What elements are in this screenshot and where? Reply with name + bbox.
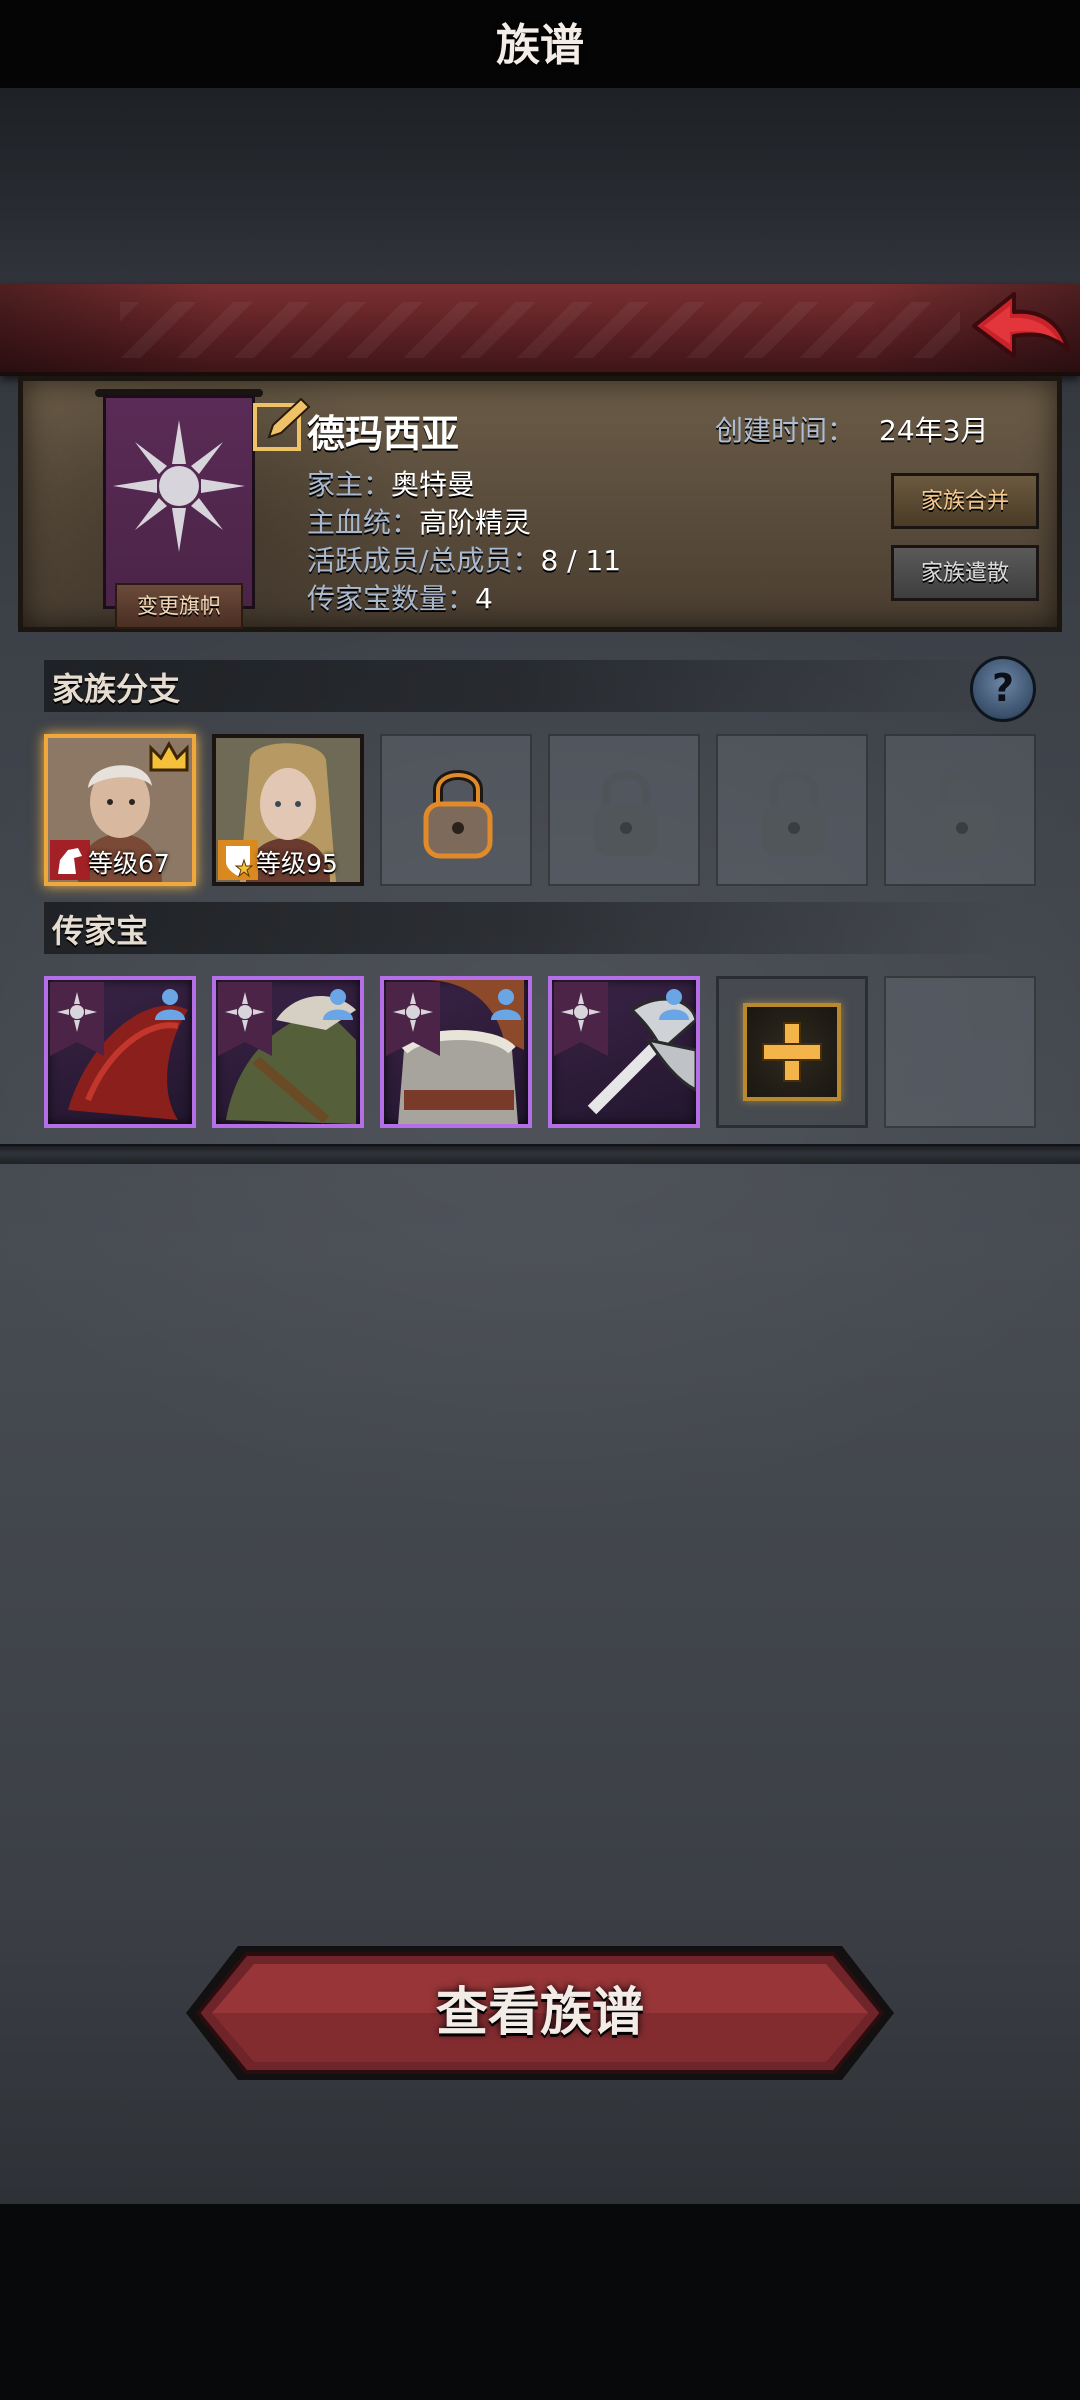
heirloom-slot-1[interactable] (44, 976, 196, 1128)
family-merge-button[interactable]: 家族合并 (891, 473, 1039, 529)
family-disband-button[interactable]: 家族遣散 (891, 545, 1039, 601)
locked-slot (716, 734, 868, 886)
help-icon[interactable]: ? (970, 656, 1036, 722)
heirlooms-header: 传家宝 (44, 902, 1004, 954)
family-flag-icon (386, 982, 440, 1056)
add-heirloom-frame (743, 1003, 841, 1101)
person-icon (155, 989, 185, 1020)
section-divider (0, 1144, 1080, 1164)
edit-pencil-icon[interactable] (251, 395, 311, 455)
heirloom-count-label: 传家宝数量： (307, 582, 476, 615)
family-name: 德玛西亚 (307, 412, 460, 456)
branches-header: 家族分支 (44, 660, 1004, 712)
locked-slot (548, 734, 700, 886)
person-icon (491, 989, 521, 1020)
change-banner-button[interactable]: 变更旗帜 (115, 583, 243, 629)
member-slot-2[interactable]: 等级95 (212, 734, 364, 886)
lock-icon (594, 771, 658, 856)
bloodline-label: 主血统： (307, 506, 420, 539)
created-time-label: 创建时间： (715, 414, 856, 447)
family-flag-icon (554, 982, 608, 1056)
locked-slot (884, 734, 1036, 886)
member-level: 等级67 (88, 849, 170, 878)
view-family-tree-button[interactable] (182, 1942, 898, 2084)
created-time-value: 24年3月 (879, 414, 989, 447)
bloodline-row: 主血统：高阶精灵 (307, 501, 531, 541)
system-nav-bar (0, 2204, 1080, 2400)
family-info-panel: 变更旗帜 德玛西亚 创建时间： 24年3月 家主：奥特曼 主血统：高阶精灵 活跃… (18, 376, 1062, 632)
heirloom-slot-3[interactable] (380, 976, 532, 1128)
title-banner (0, 284, 1080, 376)
family-flag-icon (50, 982, 104, 1056)
crown-icon (149, 740, 189, 772)
members-row: 活跃成员/总成员：8 / 11 (307, 539, 621, 579)
empty-heirloom-slot (884, 976, 1036, 1128)
plus-icon (762, 1022, 822, 1082)
back-arrow-icon[interactable] (968, 286, 1072, 366)
family-head-value: 奥特曼 (391, 468, 476, 501)
person-icon (323, 989, 353, 1020)
branches-title: 家族分支 (52, 670, 181, 708)
member-level: 等级95 (256, 849, 338, 878)
family-head-row: 家主：奥特曼 (307, 463, 475, 503)
heirloom-count-value: 4 (475, 582, 493, 615)
member-slot-1[interactable]: 等级67 (44, 734, 196, 886)
add-heirloom-button[interactable] (716, 976, 868, 1128)
family-banner[interactable] (103, 395, 255, 609)
heirloom-slot-4[interactable] (548, 976, 700, 1128)
heirloom-slot-2[interactable] (212, 976, 364, 1128)
heirloom-count-row: 传家宝数量：4 (307, 577, 493, 617)
family-flag-icon (218, 982, 272, 1056)
sun-emblem-icon (113, 420, 245, 552)
page-title: 族谱 (496, 20, 584, 71)
lock-icon (762, 771, 826, 856)
members-value: 8 / 11 (540, 544, 622, 577)
star-shield-icon (218, 840, 258, 880)
unlockable-slot[interactable] (380, 734, 532, 886)
lock-icon (930, 771, 994, 856)
lock-icon (423, 770, 493, 859)
person-icon (659, 989, 689, 1020)
heirlooms-title: 传家宝 (52, 912, 149, 950)
horse-icon (50, 840, 90, 880)
bloodline-value: 高阶精灵 (419, 506, 532, 539)
family-head-label: 家主： (307, 468, 392, 501)
members-label: 活跃成员/总成员： (307, 544, 541, 577)
